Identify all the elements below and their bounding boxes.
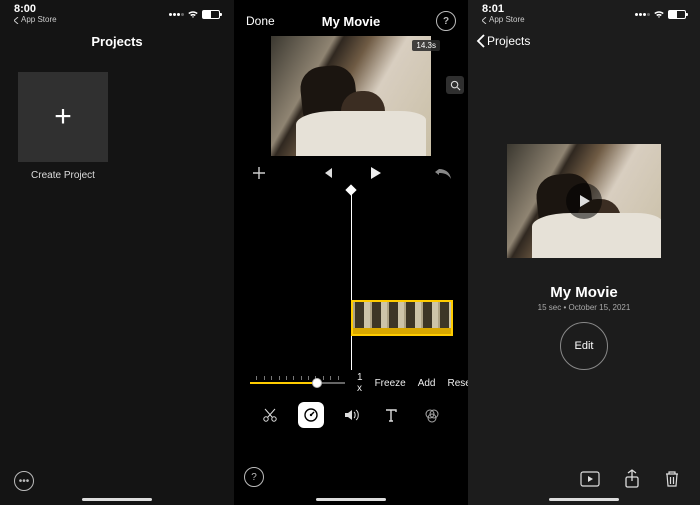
freeze-button[interactable]: Freeze — [375, 378, 406, 389]
wifi-icon — [187, 10, 199, 19]
status-time: 8:00 — [14, 4, 57, 16]
speedometer-tool[interactable] — [298, 402, 324, 428]
volume-tool[interactable] — [338, 402, 364, 428]
status-bar: 8:00 App Store — [0, 0, 234, 28]
home-indicator[interactable] — [549, 498, 619, 501]
video-preview[interactable] — [271, 36, 431, 156]
project-thumbnail[interactable] — [507, 144, 661, 258]
status-back-to-app[interactable]: App Store — [482, 16, 525, 24]
play-button[interactable] — [364, 162, 386, 184]
play-overlay-button[interactable] — [566, 183, 602, 219]
status-back-to-app[interactable]: App Store — [14, 16, 57, 24]
chevron-left-icon — [476, 34, 485, 48]
playhead[interactable] — [351, 190, 352, 370]
create-project-label: Create Project — [18, 170, 108, 181]
filters-tool[interactable] — [419, 402, 445, 428]
header: Projects — [0, 28, 234, 54]
tool-row — [234, 396, 468, 428]
video-clip[interactable] — [351, 300, 453, 336]
text-tool[interactable] — [378, 402, 404, 428]
go-to-start-button[interactable] — [316, 162, 338, 184]
plus-icon: + — [54, 102, 72, 132]
zoom-button[interactable] — [446, 76, 464, 94]
screen-projects-list: 8:00 App Store Projects + Create Project… — [0, 0, 234, 505]
battery-icon — [668, 10, 686, 19]
bottom-actions — [580, 469, 680, 489]
speed-slider[interactable] — [250, 376, 345, 390]
share-button[interactable] — [624, 469, 640, 489]
screen-editor: Done My Movie ? 14.3s 1 x Free — [234, 0, 468, 505]
back-button[interactable]: Projects — [476, 34, 530, 48]
undo-button[interactable] — [432, 162, 454, 184]
project-meta: 15 sec • October 15, 2021 — [468, 303, 700, 312]
battery-icon — [202, 10, 220, 19]
header: Projects — [468, 28, 700, 54]
delete-button[interactable] — [664, 470, 680, 488]
status-time: 8:01 — [482, 4, 525, 16]
home-indicator[interactable] — [82, 498, 152, 501]
cellular-signal-icon — [168, 8, 184, 20]
help-button-bottom[interactable]: ? — [244, 467, 264, 487]
timeline[interactable] — [234, 190, 468, 370]
speed-controls: 1 x Freeze Add Reset — [234, 370, 468, 396]
page-title: Projects — [91, 34, 142, 49]
project-title: My Movie — [322, 14, 381, 29]
clip-audio-track — [353, 328, 451, 334]
editor-header: Done My Movie ? — [234, 6, 468, 36]
home-indicator[interactable] — [316, 498, 386, 501]
help-button[interactable]: ? — [436, 11, 456, 31]
preview-area: 14.3s — [234, 36, 468, 156]
speed-value: 1 x — [357, 372, 363, 394]
done-button[interactable]: Done — [246, 14, 275, 28]
status-bar: 8:01 App Store — [468, 0, 700, 28]
cellular-signal-icon — [634, 8, 650, 20]
reset-speed-button[interactable]: Reset — [447, 378, 468, 389]
create-project-tile[interactable]: + — [18, 72, 108, 162]
screen-project-detail: 8:01 App Store Projects My Movie 15 sec … — [468, 0, 700, 505]
wifi-icon — [653, 10, 665, 19]
play-project-button[interactable] — [580, 471, 600, 487]
edit-button[interactable]: Edit — [560, 322, 608, 370]
project-title: My Movie — [468, 284, 700, 301]
add-freeze-button[interactable]: Add — [418, 378, 436, 389]
play-icon — [576, 193, 592, 209]
preview-time-badge: 14.3s — [412, 40, 440, 51]
scissors-tool[interactable] — [257, 402, 283, 428]
more-menu-button[interactable]: ••• — [14, 471, 34, 491]
add-media-button[interactable] — [248, 162, 270, 184]
